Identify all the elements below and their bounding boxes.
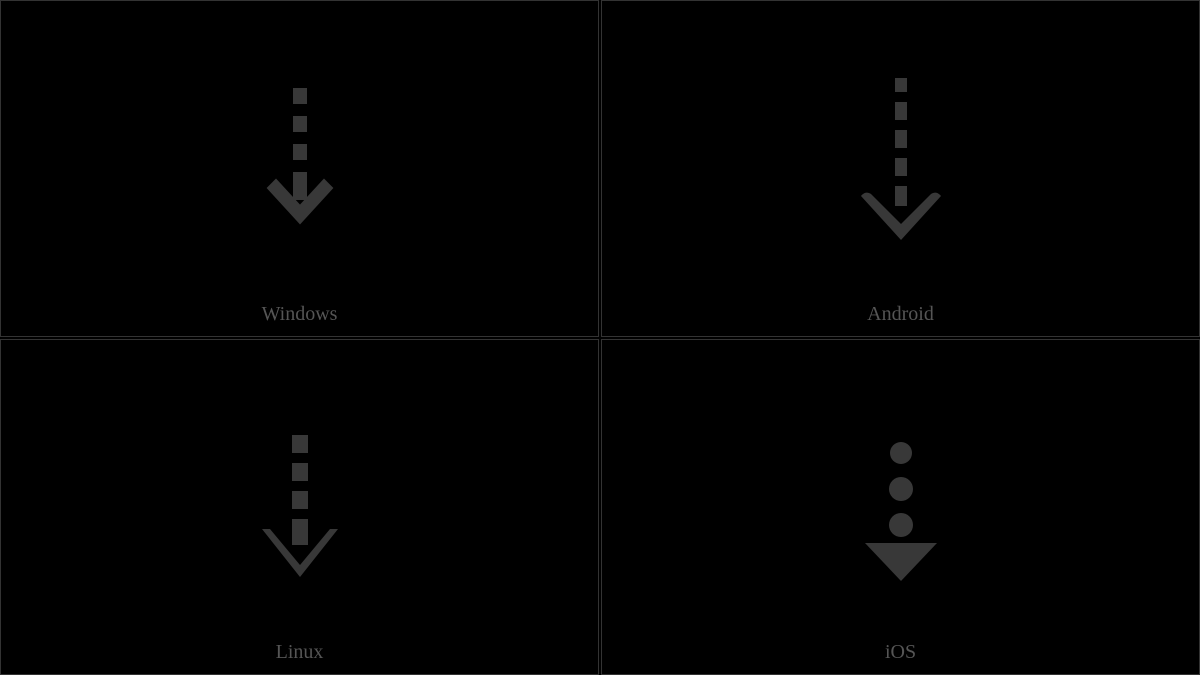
platform-label: Linux [276, 641, 324, 664]
platform-label: iOS [885, 641, 916, 664]
cell-linux: Linux [0, 339, 599, 675]
down-dashed-arrow-icon [230, 407, 370, 607]
cell-windows: Windows [0, 0, 599, 337]
cell-ios: iOS [601, 339, 1200, 675]
glyph-container [602, 1, 1199, 336]
glyph-container [1, 1, 598, 336]
cell-android: Android [601, 0, 1200, 337]
down-dashed-arrow-icon [230, 68, 370, 268]
down-dashed-arrow-icon [831, 407, 971, 607]
platform-label: Android [867, 303, 934, 326]
glyph-container [602, 340, 1199, 675]
down-dashed-arrow-icon [831, 68, 971, 268]
glyph-container [1, 340, 598, 675]
platform-label: Windows [262, 303, 338, 326]
